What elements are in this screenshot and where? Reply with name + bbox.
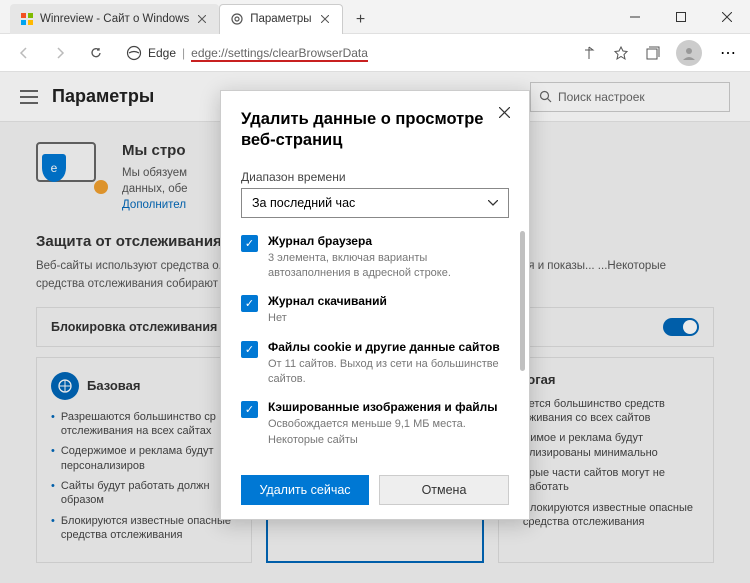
item-title: Кэшированные изображения и файлы [268,400,503,414]
checkbox-item-cookies[interactable]: ✓ Файлы cookie и другие данные сайтов От … [241,340,503,387]
address-url: edge://settings/clearBrowserData [191,46,368,60]
window-titlebar: Winreview - Сайт о Windows Параметры + [0,0,750,34]
tab-label: Winreview - Сайт о Windows [40,13,189,25]
close-icon[interactable] [195,12,209,26]
clear-data-dialog: Удалить данные о просмотре веб-страниц Д… [220,90,530,520]
checkbox-item-cache[interactable]: ✓ Кэшированные изображения и файлы Освобо… [241,400,503,447]
window-controls [612,0,750,34]
browser-toolbar: Edge | edge://settings/clearBrowserData … [0,34,750,72]
maximize-button[interactable] [658,0,704,34]
item-title: Журнал скачиваний [268,294,387,308]
tab-strip: Winreview - Сайт о Windows Параметры + [0,0,612,34]
tab-label: Параметры [250,13,311,25]
item-desc: Освобождается меньше 9,1 МБ места. Некот… [268,418,466,445]
checkbox[interactable]: ✓ [241,235,258,252]
time-range-select[interactable]: За последний час [241,188,509,218]
minimize-button[interactable] [612,0,658,34]
checkbox[interactable]: ✓ [241,295,258,312]
profile-avatar[interactable] [676,40,702,66]
close-icon[interactable] [318,12,332,26]
edge-icon [126,45,142,61]
time-range-label: Диапазон времени [241,170,509,184]
gear-icon [230,12,244,26]
address-separator: | [182,46,185,60]
checkbox[interactable]: ✓ [241,341,258,358]
cancel-button[interactable]: Отмена [379,475,509,505]
scrollbar-thumb[interactable] [520,231,525,371]
close-icon[interactable] [493,101,515,123]
refresh-button[interactable] [82,39,110,67]
modal-overlay: Удалить данные о просмотре веб-страниц Д… [0,72,750,583]
more-button[interactable]: ⋯ [716,41,740,65]
tab-settings[interactable]: Параметры [219,4,342,34]
item-desc: 3 элемента, включая варианты автозаполне… [268,252,451,279]
back-button[interactable] [10,39,38,67]
item-desc: От 11 сайтов. Выход из сети на большинст… [268,358,499,385]
item-title: Файлы cookie и другие данные сайтов [268,340,503,354]
item-desc: Нет [268,312,287,324]
tab-favicon [20,12,34,26]
address-prefix: Edge [148,46,176,60]
forward-button[interactable] [46,39,74,67]
checkbox-item-downloads[interactable]: ✓ Журнал скачиваний Нет [241,294,503,325]
dialog-title: Удалить данные о просмотре веб-страниц [241,109,509,152]
new-tab-button[interactable]: + [347,6,375,34]
address-bar[interactable]: Edge | edge://settings/clearBrowserData [118,39,572,67]
read-aloud-icon[interactable] [580,44,598,62]
favorites-icon[interactable] [612,44,630,62]
collections-icon[interactable] [644,44,662,62]
time-range-value: За последний час [252,196,355,210]
item-title: Журнал браузера [268,234,503,248]
data-type-list: ✓ Журнал браузера 3 элемента, включая вар… [241,234,509,463]
close-button[interactable] [704,0,750,34]
checkbox-item-history[interactable]: ✓ Журнал браузера 3 элемента, включая вар… [241,234,503,281]
chevron-down-icon [488,200,498,206]
checkbox[interactable]: ✓ [241,401,258,418]
tab-winreview[interactable]: Winreview - Сайт о Windows [10,4,219,34]
clear-now-button[interactable]: Удалить сейчас [241,475,369,505]
